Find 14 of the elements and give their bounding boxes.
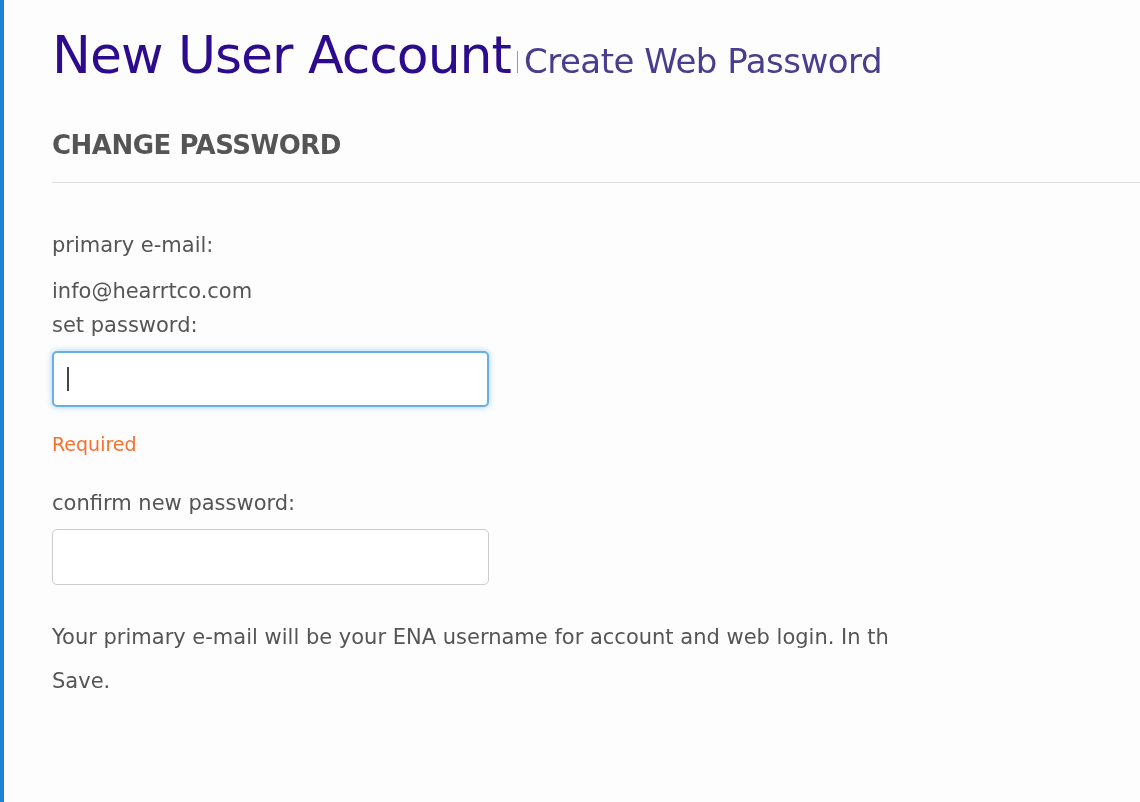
- section-heading: CHANGE PASSWORD: [52, 130, 342, 161]
- email-value: info@hearrtco.com: [52, 279, 253, 304]
- note-text: Your primary e-mail will be your ENA username for account and web login. In th: [52, 624, 889, 652]
- page-title: New User Account: [52, 24, 511, 87]
- note-text: Save.: [52, 668, 111, 696]
- page-subtitle: Create Web Password: [523, 41, 882, 81]
- password-field[interactable]: [52, 351, 489, 408]
- field-label: set password:: [52, 313, 198, 338]
- text-cursor: [67, 367, 69, 392]
- error-message: Required: [52, 433, 137, 456]
- title-separator: [516, 51, 518, 73]
- field-label: primary e-mail:: [52, 233, 214, 258]
- password-field[interactable]: [52, 529, 489, 586]
- field-label: confirm new password:: [52, 491, 296, 516]
